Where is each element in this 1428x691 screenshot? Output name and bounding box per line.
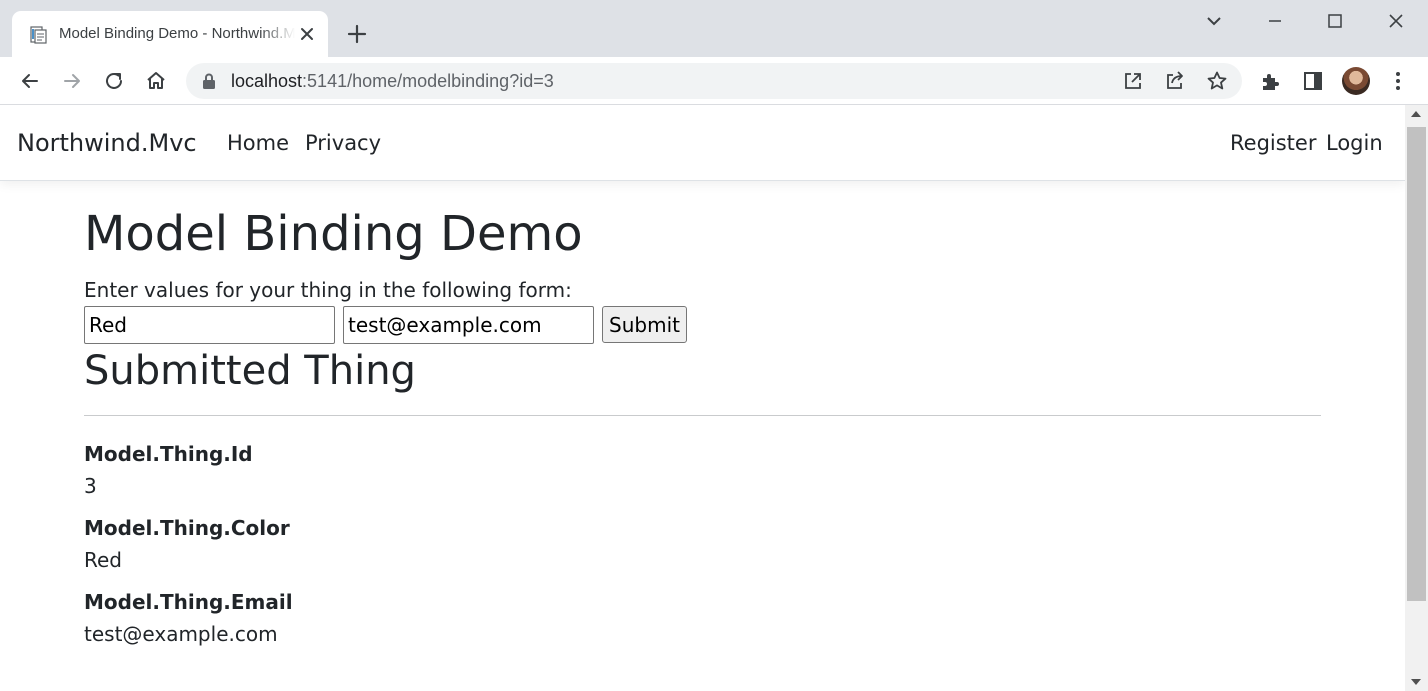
detail-label-id: Model.Thing.Id <box>84 442 253 466</box>
lock-icon[interactable] <box>202 73 216 89</box>
detail-label-color: Model.Thing.Color <box>84 516 290 540</box>
detail-value-id: 3 <box>84 474 97 498</box>
reload-icon[interactable] <box>102 69 126 93</box>
back-arrow-icon[interactable] <box>18 69 42 93</box>
new-tab-icon[interactable] <box>345 22 369 46</box>
color-input[interactable] <box>84 306 335 344</box>
url-host: localhost <box>231 71 303 91</box>
page-viewport: Northwind.Mvc Home Privacy Register Logi… <box>0 105 1405 691</box>
tab-search-icon[interactable] <box>1202 9 1226 33</box>
url-text: localhost:5141/home/modelbinding?id=3 <box>231 71 554 91</box>
divider <box>84 415 1321 416</box>
browser-tabstrip: Model Binding Demo - Northwind.Mvc <box>0 0 1428 57</box>
nav-link-login[interactable]: Login <box>1326 131 1383 155</box>
page-icon <box>30 26 47 44</box>
window-close-icon[interactable] <box>1384 9 1408 33</box>
profile-avatar[interactable] <box>1342 67 1370 95</box>
form-instructions: Enter values for your thing in the follo… <box>84 278 572 302</box>
nav-link-privacy[interactable]: Privacy <box>305 131 381 155</box>
bookmark-star-icon[interactable] <box>1205 69 1229 93</box>
nav-link-home[interactable]: Home <box>227 131 289 155</box>
tab-title: Model Binding Demo - Northwind.Mvc <box>59 25 295 42</box>
scroll-thumb[interactable] <box>1407 127 1426 601</box>
scroll-up-arrow-icon[interactable] <box>1411 111 1421 117</box>
browser-tab[interactable]: Model Binding Demo - Northwind.Mvc <box>12 11 328 57</box>
nav-link-register[interactable]: Register <box>1230 131 1316 155</box>
detail-label-email: Model.Thing.Email <box>84 590 293 614</box>
home-icon[interactable] <box>144 69 168 93</box>
submit-button[interactable]: Submit <box>602 306 687 343</box>
open-in-app-icon[interactable] <box>1121 69 1145 93</box>
maximize-icon[interactable] <box>1323 9 1347 33</box>
forward-arrow-icon[interactable] <box>60 69 84 93</box>
vertical-scrollbar[interactable] <box>1405 105 1428 691</box>
menu-kebab-icon[interactable] <box>1386 69 1410 93</box>
minimize-icon[interactable] <box>1263 9 1287 33</box>
navbar-brand[interactable]: Northwind.Mvc <box>17 129 197 157</box>
detail-value-email: test@example.com <box>84 622 278 646</box>
close-icon[interactable] <box>298 25 316 43</box>
page-title: Model Binding Demo <box>84 206 583 262</box>
extensions-icon[interactable] <box>1258 69 1282 93</box>
side-panel-icon[interactable] <box>1301 69 1325 93</box>
scroll-down-arrow-icon[interactable] <box>1411 679 1421 685</box>
address-bar[interactable]: localhost:5141/home/modelbinding?id=3 <box>186 63 1242 99</box>
site-navbar: Northwind.Mvc Home Privacy Register Logi… <box>0 105 1405 181</box>
detail-value-color: Red <box>84 548 122 572</box>
email-input[interactable] <box>343 306 594 344</box>
browser-toolbar: localhost:5141/home/modelbinding?id=3 <box>0 57 1428 105</box>
share-icon[interactable] <box>1163 69 1187 93</box>
url-path: :5141/home/modelbinding?id=3 <box>302 71 554 91</box>
submitted-heading: Submitted Thing <box>84 348 416 394</box>
